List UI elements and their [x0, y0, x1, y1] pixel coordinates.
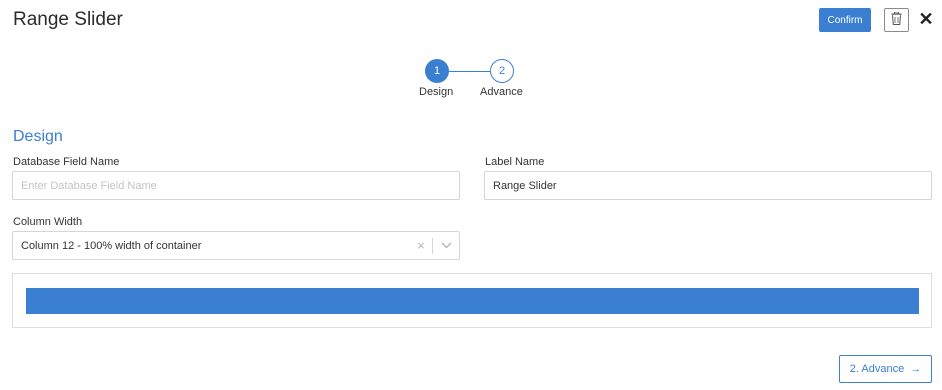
step-connector: [449, 71, 490, 72]
database-field-input[interactable]: [12, 171, 460, 200]
clear-icon[interactable]: ×: [410, 238, 432, 253]
database-field-label: Database Field Name: [13, 156, 120, 168]
step-2-label[interactable]: Advance: [480, 86, 523, 98]
advance-label: 2. Advance: [849, 363, 905, 375]
column-width-value: Column 12 - 100% width of container: [21, 239, 202, 252]
chevron-down-icon[interactable]: [433, 242, 459, 249]
label-name-input[interactable]: [484, 171, 932, 200]
stepper: 1 2 Design Advance: [0, 0, 942, 110]
column-width-select[interactable]: Column 12 - 100% width of container ×: [12, 231, 460, 260]
section-title: Design: [13, 128, 63, 145]
step-1-indicator[interactable]: 1: [425, 59, 449, 83]
arrow-right-icon: →: [910, 363, 922, 375]
slider-preview: [12, 273, 932, 328]
step-1-label[interactable]: Design: [419, 86, 453, 98]
step-2-indicator[interactable]: 2: [490, 59, 514, 83]
range-slider-dialog: Range Slider Confirm ✕ 1 2 Design Advanc…: [0, 0, 942, 390]
range-slider-track[interactable]: [26, 288, 919, 314]
advance-button[interactable]: 2. Advance →: [839, 355, 932, 383]
column-width-label: Column Width: [13, 216, 83, 228]
label-name-label: Label Name: [485, 156, 545, 168]
